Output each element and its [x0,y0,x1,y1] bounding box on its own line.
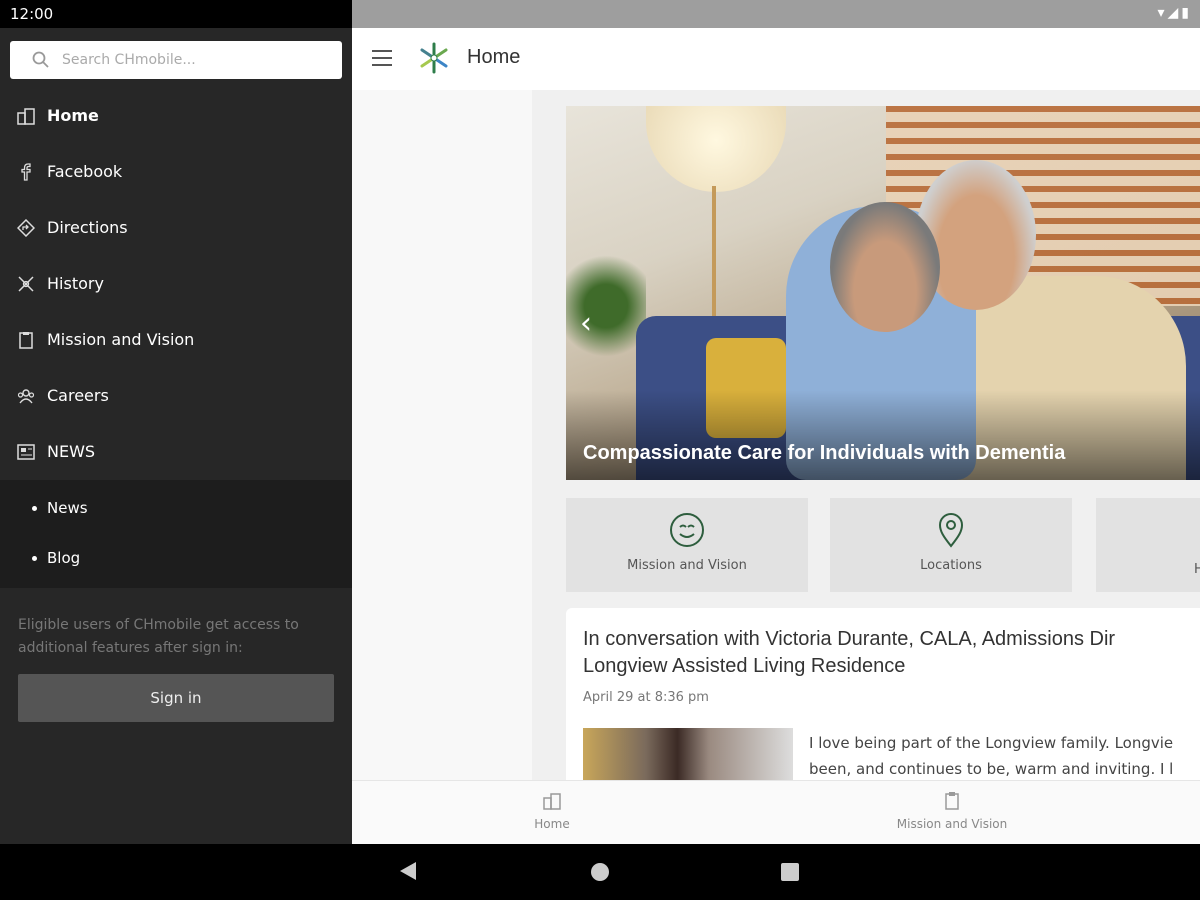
bullet-icon [32,556,37,561]
search-box[interactable] [10,41,342,79]
facebook-icon [21,163,31,181]
left-column [352,90,532,780]
sign-in-button[interactable]: Sign in [18,674,334,722]
people-icon [17,389,35,404]
hero-carousel[interactable]: ‹ Compassionate Care for Individuals wit… [566,106,1200,480]
menu-item-directions[interactable]: Directions [0,200,352,256]
news-card-title-line: In conversation with Victoria Durante, C… [583,628,1116,650]
news-card-excerpt-line: I love being part of the Longview family… [809,734,1174,752]
battery-icon: ▮ [1181,5,1192,21]
menu-item-careers[interactable]: Careers [0,368,352,424]
recents-icon[interactable] [781,863,799,881]
quick-links: Mission and Vision Locations H [566,498,1200,592]
status-icons: ▾◢▮ [1157,5,1192,21]
clipboard-icon [19,332,33,349]
building-icon [17,108,35,125]
tile-label: H [1194,562,1200,577]
hero-image-lamp [646,106,786,192]
bullet-icon [32,506,37,511]
building-icon [543,793,561,810]
submenu-item-label: News [47,499,88,517]
newspaper-icon [17,444,35,460]
submenu-item-blog[interactable]: Blog [0,534,352,584]
news-card-title: In conversation with Victoria Durante, C… [583,626,1200,680]
submenu-item-label: Blog [47,549,81,567]
menu-item-label: Directions [47,218,128,237]
menu-item-label: History [47,274,104,293]
signal-icon: ◢ [1167,5,1182,21]
menu-item-label: Careers [47,386,109,405]
smiley-icon [670,513,704,547]
tile-locations[interactable]: Locations [830,498,1072,592]
menu-item-mission-and-vision[interactable]: Mission and Vision [0,312,352,368]
hero-image-head [830,202,940,332]
content-area: ‹ Compassionate Care for Individuals wit… [532,90,1200,780]
hero-image-plant [566,246,646,366]
bottom-navigation: Home Mission and Vision [352,780,1200,844]
menu-item-label: Home [47,106,99,125]
tile-label: Locations [920,558,982,573]
page-title: Home [467,46,521,68]
location-pin-icon [938,513,964,548]
news-card-thumbnail [583,728,793,780]
directions-icon [17,219,35,237]
system-nav-bar [0,844,1200,900]
bottom-nav-label: Mission and Vision [896,817,1008,831]
news-card-excerpt: I love being part of the Longview family… [809,730,1200,780]
tile-label: Mission and Vision [627,558,747,573]
app-main: Home ‹ Compassionate Care for Individual… [352,28,1200,844]
menu-icon[interactable] [372,50,392,66]
news-card-title-line: Longview Assisted Living Residence [583,655,906,677]
tile-mission-and-vision[interactable]: Mission and Vision [566,498,808,592]
news-card-excerpt-line: been, and continues to be, warm and invi… [809,760,1174,778]
menu-item-label: NEWS [47,442,96,461]
menu-item-news[interactable]: NEWS [0,424,352,480]
menu-item-home[interactable]: Home [0,88,352,144]
menu-item-history[interactable]: History [0,256,352,312]
chevron-left-icon[interactable]: ‹ [580,306,592,341]
drawer-menu: Home Facebook Directions History Mission… [0,88,352,588]
home-circle-icon[interactable] [591,863,609,881]
signin-note: Eligible users of CHmobile get access to… [18,617,299,656]
tile-partial[interactable]: H [1096,498,1200,592]
search-input[interactable] [62,47,332,73]
wifi-icon: ▾ [1157,5,1168,21]
hero-image-lamp-pole [712,186,716,326]
navigation-drawer: Home Facebook Directions History Mission… [0,28,352,844]
logo-icon [420,42,448,74]
news-card-date: April 29 at 8:36 pm [583,690,709,705]
hero-caption: Compassionate Care for Individuals with … [583,442,1066,464]
menu-item-label: Mission and Vision [47,330,195,349]
menu-item-label: Facebook [47,162,123,181]
bottom-nav-home[interactable]: Home [532,791,572,831]
clipboard-icon [945,792,959,810]
news-card[interactable]: In conversation with Victoria Durante, C… [566,608,1200,780]
submenu-item-news[interactable]: News [0,484,352,534]
status-time: 12:00 [10,5,54,23]
news-submenu: News Blog [0,480,352,588]
screen: 12:00 ▾◢▮ Home ‹ Compassionate Care for … [0,0,1200,900]
back-icon[interactable] [400,862,416,880]
search-icon [32,51,49,68]
hero-caption-shade [566,390,1200,480]
bottom-nav-label: Home [534,817,570,831]
menu-item-facebook[interactable]: Facebook [0,144,352,200]
status-bar: 12:00 ▾◢▮ [0,0,1200,28]
app-toolbar: Home [352,28,1200,90]
status-bar-left: 12:00 [0,0,352,28]
history-icon [18,276,34,292]
bottom-nav-mission[interactable]: Mission and Vision [892,791,1012,831]
